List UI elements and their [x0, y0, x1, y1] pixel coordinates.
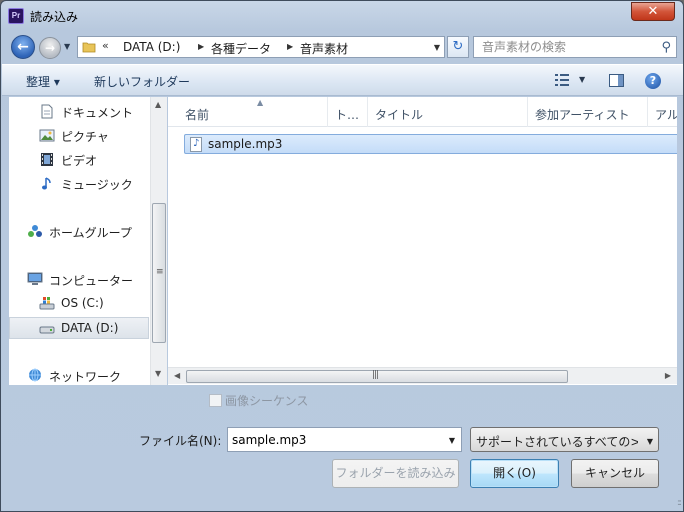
title-bar: Pr 読み込み ✕: [1, 1, 683, 31]
back-button[interactable]: ←: [11, 35, 35, 59]
column-header-album[interactable]: アル: [648, 97, 677, 127]
forward-button[interactable]: →: [39, 37, 61, 59]
file-scroll-thumb[interactable]: |||: [186, 370, 568, 383]
view-options-icon[interactable]: [555, 74, 569, 86]
file-row[interactable]: ♪ sample.mp3: [184, 134, 677, 154]
import-dialog: Pr 読み込み ✕ ← → ▼ « DATA (D:) ▶ 各種データ ▶ 音声…: [0, 0, 684, 512]
scroll-down-arrow-icon[interactable]: ▼: [155, 369, 161, 378]
nav-item-homegroup[interactable]: ホームグループ: [9, 221, 149, 243]
nav-vertical-scrollbar[interactable]: ▲ ≡ ▼: [150, 97, 167, 385]
nav-label: ホームグループ: [49, 226, 132, 240]
nav-label: ネットワーク: [49, 370, 122, 384]
picture-icon: [39, 129, 55, 142]
view-dropdown-icon[interactable]: ▼: [579, 75, 585, 84]
nav-item-documents[interactable]: ドキュメント: [9, 101, 149, 123]
new-folder-button[interactable]: 新しいフォルダー: [94, 73, 190, 90]
search-icon[interactable]: ⚲: [661, 40, 671, 55]
scroll-left-arrow-icon[interactable]: ◀: [174, 371, 180, 380]
address-row: ← → ▼ « DATA (D:) ▶ 各種データ ▶ 音声素材 ▼ ↻ ⚲: [7, 33, 677, 61]
breadcrumb-audio-folder[interactable]: 音声素材: [300, 40, 348, 57]
nav-item-pictures[interactable]: ピクチャ: [9, 125, 149, 147]
os-drive-icon: [39, 297, 55, 310]
help-button[interactable]: ?: [645, 73, 661, 89]
network-icon: [29, 368, 41, 382]
search-box[interactable]: ⚲: [473, 36, 677, 58]
search-input[interactable]: [482, 39, 652, 55]
cancel-button[interactable]: キャンセル: [571, 459, 659, 488]
nav-item-network[interactable]: ネットワーク: [9, 365, 149, 387]
refresh-button[interactable]: ↻: [447, 36, 469, 58]
navigation-pane: ドキュメント ピクチャ ビデオ ミュージック ホームグループ コンピューター O…: [9, 97, 167, 385]
nav-scroll-thumb[interactable]: ≡: [152, 203, 166, 343]
breadcrumb-arrow-icon[interactable]: ▶: [198, 42, 204, 51]
nav-item-computer[interactable]: コンピューター: [9, 269, 149, 291]
column-header-row: 名前 ▲ ト… タイトル 参加アーティスト アル: [168, 97, 677, 127]
nav-item-videos[interactable]: ビデオ: [9, 149, 149, 171]
file-type-dropdown-icon[interactable]: ▼: [647, 437, 653, 446]
recent-pages-dropdown[interactable]: ▼: [64, 42, 74, 52]
file-type-value: サポートされているすべての>: [476, 435, 638, 449]
breadcrumb-arrow-icon[interactable]: ▶: [287, 42, 293, 51]
nav-label: ミュージック: [61, 178, 133, 192]
grip-icon: |||: [372, 370, 379, 380]
breadcrumb-drive[interactable]: DATA (D:): [123, 40, 180, 54]
command-toolbar: 整理 ▾ 新しいフォルダー ▼ ?: [2, 64, 683, 96]
nav-item-data-drive[interactable]: DATA (D:): [9, 317, 149, 339]
nav-item-os-drive[interactable]: OS (C:): [9, 293, 149, 315]
nav-label: ビデオ: [61, 154, 98, 168]
file-name: sample.mp3: [208, 137, 283, 151]
column-label: 名前: [185, 108, 210, 122]
homegroup-icon: [28, 225, 42, 237]
audio-file-icon: ♪: [190, 137, 202, 152]
window-title: 読み込み: [30, 10, 79, 24]
nav-label: ドキュメント: [61, 106, 134, 120]
filename-label: ファイル名(N):: [139, 434, 222, 448]
nav-label: OS (C:): [61, 296, 104, 310]
nav-label: コンピューター: [49, 274, 134, 288]
filename-combobox[interactable]: ▼: [227, 427, 462, 452]
filename-dropdown-icon[interactable]: ▼: [449, 436, 455, 445]
computer-icon: [27, 272, 43, 285]
premiere-app-icon: Pr: [8, 8, 24, 24]
file-horizontal-scrollbar[interactable]: ◀ ||| ▶: [168, 367, 677, 384]
column-header-title[interactable]: タイトル: [368, 97, 528, 127]
nav-label: DATA (D:): [61, 321, 119, 335]
grip-icon: ≡: [156, 267, 164, 277]
drive-icon: [39, 326, 55, 334]
file-type-select[interactable]: サポートされているすべての> ▼: [470, 427, 659, 452]
column-header-name[interactable]: 名前 ▲: [178, 97, 328, 127]
address-history-dropdown[interactable]: ▼: [434, 43, 440, 52]
address-overflow-icon[interactable]: «: [102, 39, 109, 52]
import-folder-button[interactable]: フォルダーを読み込み: [332, 459, 459, 488]
music-icon: [42, 177, 51, 190]
preview-pane-icon[interactable]: [609, 74, 624, 87]
address-bar[interactable]: « DATA (D:) ▶ 各種データ ▶ 音声素材 ▼: [77, 36, 445, 58]
folder-icon: [82, 42, 96, 53]
nav-label: ピクチャ: [61, 130, 109, 144]
file-list-pane: 名前 ▲ ト… タイトル 参加アーティスト アル ♪ sample.mp3 ◀ …: [168, 97, 677, 385]
image-sequence-label: 画像シーケンス: [225, 394, 309, 408]
column-header-artist[interactable]: 参加アーティスト: [528, 97, 648, 127]
sort-ascending-icon: ▲: [257, 98, 264, 107]
column-header-track[interactable]: ト…: [328, 97, 368, 127]
nav-item-music[interactable]: ミュージック: [9, 173, 149, 195]
scroll-right-arrow-icon[interactable]: ▶: [665, 371, 671, 380]
open-button[interactable]: 開く(O): [470, 459, 559, 488]
close-button[interactable]: ✕: [631, 2, 675, 21]
resize-grip-icon[interactable]: :::: [677, 498, 682, 508]
image-sequence-checkbox: [209, 394, 222, 407]
filename-input[interactable]: [232, 432, 437, 448]
video-icon: [41, 153, 53, 166]
scroll-up-arrow-icon[interactable]: ▲: [155, 100, 161, 109]
organize-button[interactable]: 整理 ▾: [26, 73, 60, 90]
breadcrumb-data-folder[interactable]: 各種データ: [211, 40, 271, 57]
document-icon: [41, 104, 53, 119]
